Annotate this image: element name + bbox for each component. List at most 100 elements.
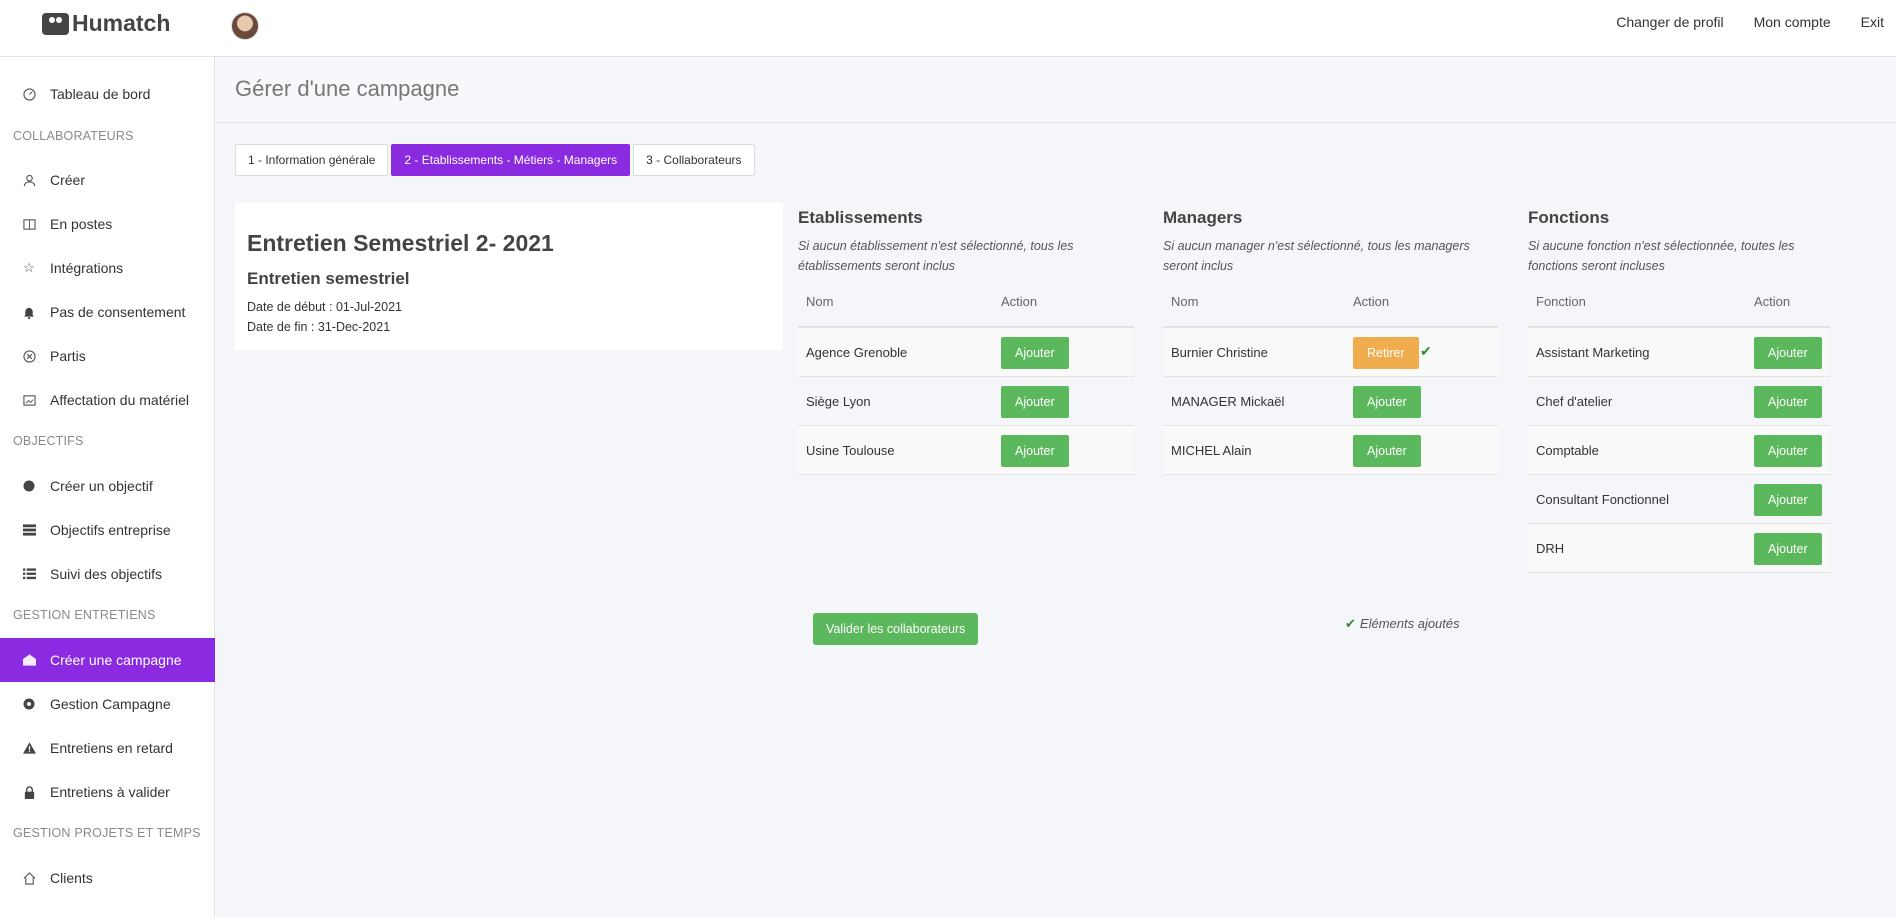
column-header-name: Nom bbox=[1171, 294, 1199, 309]
sidebar-section-collaborateurs: COLLABORATEURS bbox=[13, 129, 134, 143]
table-row: MICHEL Alain Ajouter bbox=[1163, 426, 1498, 475]
add-button[interactable]: Ajouter bbox=[1754, 484, 1822, 516]
add-button[interactable]: Ajouter bbox=[1353, 435, 1421, 467]
sidebar-section-gestion-projets: GESTION PROJETS ET TEMPS bbox=[13, 826, 201, 840]
book-icon bbox=[22, 217, 36, 231]
sidebar-item-en-postes[interactable]: En postes bbox=[0, 202, 215, 246]
elements-added-status: ✔ Eléments ajoutés bbox=[1345, 616, 1460, 632]
home-icon bbox=[22, 871, 36, 885]
sidebar-item-label: En postes bbox=[50, 216, 113, 232]
tab-collaborators[interactable]: 3 - Collaborateurs bbox=[633, 144, 755, 176]
sidebar-item-objectives-tracking[interactable]: Suivi des objectifs bbox=[0, 552, 215, 596]
app-logo[interactable]: Humatch bbox=[42, 10, 170, 37]
row-name: MICHEL Alain bbox=[1171, 443, 1252, 458]
add-button[interactable]: Ajouter bbox=[1001, 337, 1069, 369]
sidebar-item-late-interviews[interactable]: Entretiens en retard bbox=[0, 726, 215, 770]
add-button[interactable]: Ajouter bbox=[1353, 386, 1421, 418]
sidebar-item-integrations[interactable]: ☆ Intégrations bbox=[0, 246, 215, 290]
page-header: Gérer d'une campagne bbox=[216, 57, 1896, 123]
image-frame-icon bbox=[22, 393, 36, 407]
sidebar-item-no-consent[interactable]: Pas de consentement bbox=[0, 290, 215, 334]
sidebar-item-label: Affectation du matériel bbox=[50, 392, 190, 408]
circle-icon bbox=[22, 479, 36, 493]
sidebar: Tableau de bord COLLABORATEURS Créer En … bbox=[0, 57, 215, 917]
sidebar-item-label: Créer une campagne bbox=[50, 652, 182, 668]
functions-title: Fonctions bbox=[1528, 208, 1610, 227]
table-row: Comptable Ajouter bbox=[1528, 426, 1830, 475]
column-header-function: Fonction bbox=[1536, 294, 1586, 309]
add-button[interactable]: Ajouter bbox=[1754, 435, 1822, 467]
page-title: Gérer d'une campagne bbox=[235, 76, 460, 101]
row-name: Chef d'atelier bbox=[1536, 394, 1613, 409]
cog-circle-icon bbox=[22, 697, 36, 711]
remove-button[interactable]: Retirer bbox=[1353, 337, 1419, 369]
managers-panel: Managers Si aucun manager n'est sélectio… bbox=[1163, 208, 1498, 475]
top-nav: Changer de profil Mon compte Exit bbox=[1616, 14, 1896, 30]
table-row: Usine Toulouse Ajouter bbox=[798, 426, 1134, 475]
sidebar-item-create-objective[interactable]: Créer un objectif bbox=[0, 464, 215, 508]
star-icon: ☆ bbox=[23, 260, 35, 275]
campaign-start-date: Date de début : 01-Jul-2021 bbox=[247, 300, 402, 314]
sidebar-section-objectifs: OBJECTIFS bbox=[13, 434, 84, 448]
app-name: Humatch bbox=[72, 10, 171, 36]
tab-establishments-managers[interactable]: 2 - Etablissements - Métiers - Managers bbox=[391, 144, 631, 176]
sidebar-item-partis[interactable]: Partis bbox=[0, 334, 215, 378]
establishments-note: Si aucun établissement n'est sélectionné… bbox=[798, 239, 1074, 273]
exit-link[interactable]: Exit bbox=[1861, 14, 1884, 30]
campaign-subtitle: Entretien semestriel bbox=[247, 269, 410, 288]
sidebar-item-label: Créer un objectif bbox=[50, 478, 153, 494]
sidebar-item-label: Gestion Campagne bbox=[50, 696, 171, 712]
add-button[interactable]: Ajouter bbox=[1001, 386, 1069, 418]
tab-general-info[interactable]: 1 - Information générale bbox=[235, 144, 389, 176]
sidebar-item-create[interactable]: Créer bbox=[0, 158, 215, 202]
establishments-panel: Etablissements Si aucun établissement n'… bbox=[798, 208, 1134, 475]
row-name: Comptable bbox=[1536, 443, 1599, 458]
column-header-action: Action bbox=[1001, 294, 1038, 309]
list-icon bbox=[22, 567, 36, 581]
add-button[interactable]: Ajouter bbox=[1754, 386, 1822, 418]
validate-collaborators-button[interactable]: Valider les collaborateurs bbox=[813, 613, 979, 645]
sidebar-item-campaign-management[interactable]: Gestion Campagne bbox=[0, 682, 215, 726]
establishments-title: Etablissements bbox=[798, 208, 923, 227]
add-button[interactable]: Ajouter bbox=[1001, 435, 1069, 467]
table-row: MANAGER Mickaël Ajouter bbox=[1163, 377, 1498, 426]
list-box-icon bbox=[22, 523, 36, 537]
sidebar-item-create-campaign[interactable]: Créer une campagne bbox=[0, 638, 215, 682]
wizard-tabs: 1 - Information générale 2 - Etablisseme… bbox=[235, 144, 755, 176]
envelope-open-icon bbox=[22, 653, 36, 667]
logo-icon bbox=[42, 12, 69, 35]
column-header-action: Action bbox=[1353, 294, 1390, 309]
column-header-name: Nom bbox=[806, 294, 834, 309]
my-account-link[interactable]: Mon compte bbox=[1754, 14, 1831, 30]
sidebar-item-label: Intégrations bbox=[50, 260, 124, 276]
elements-added-label: Eléments ajoutés bbox=[1359, 616, 1460, 631]
user-icon bbox=[22, 173, 36, 187]
sidebar-item-clients[interactable]: Clients bbox=[0, 856, 215, 900]
top-bar: Humatch Changer de profil Mon compte Exi… bbox=[0, 0, 1896, 57]
table-row: Consultant Fonctionnel Ajouter bbox=[1528, 475, 1830, 524]
row-name: Assistant Marketing bbox=[1536, 345, 1650, 360]
managers-note: Si aucun manager n'est sélectionné, tous… bbox=[1163, 239, 1470, 273]
avatar[interactable] bbox=[231, 12, 259, 40]
add-button[interactable]: Ajouter bbox=[1754, 337, 1822, 369]
column-header-action: Action bbox=[1754, 294, 1791, 309]
check-icon: ✔ bbox=[1420, 343, 1432, 359]
table-row: DRH Ajouter bbox=[1528, 524, 1830, 573]
warning-icon bbox=[22, 741, 36, 755]
sidebar-item-company-objectives[interactable]: Objectifs entreprise bbox=[0, 508, 215, 552]
add-button[interactable]: Ajouter bbox=[1754, 533, 1822, 565]
lock-icon bbox=[22, 785, 36, 799]
sidebar-item-label: Entretiens à valider bbox=[50, 784, 170, 800]
table-row: Siège Lyon Ajouter bbox=[798, 377, 1134, 426]
managers-title: Managers bbox=[1163, 208, 1243, 227]
functions-panel: Fonctions Si aucune fonction n'est sélec… bbox=[1528, 208, 1830, 573]
sidebar-item-dashboard[interactable]: Tableau de bord bbox=[0, 72, 215, 116]
sidebar-item-label: Créer bbox=[50, 172, 86, 188]
functions-note: Si aucune fonction n'est sélectionnée, t… bbox=[1528, 239, 1795, 273]
row-name: Agence Grenoble bbox=[806, 345, 908, 360]
row-name: Burnier Christine bbox=[1171, 345, 1268, 360]
sidebar-item-equipment[interactable]: Affectation du matériel bbox=[0, 378, 215, 422]
sidebar-item-interviews-to-validate[interactable]: Entretiens à valider bbox=[0, 770, 215, 814]
change-profile-link[interactable]: Changer de profil bbox=[1616, 14, 1723, 30]
sidebar-item-label: Suivi des objectifs bbox=[50, 566, 163, 582]
